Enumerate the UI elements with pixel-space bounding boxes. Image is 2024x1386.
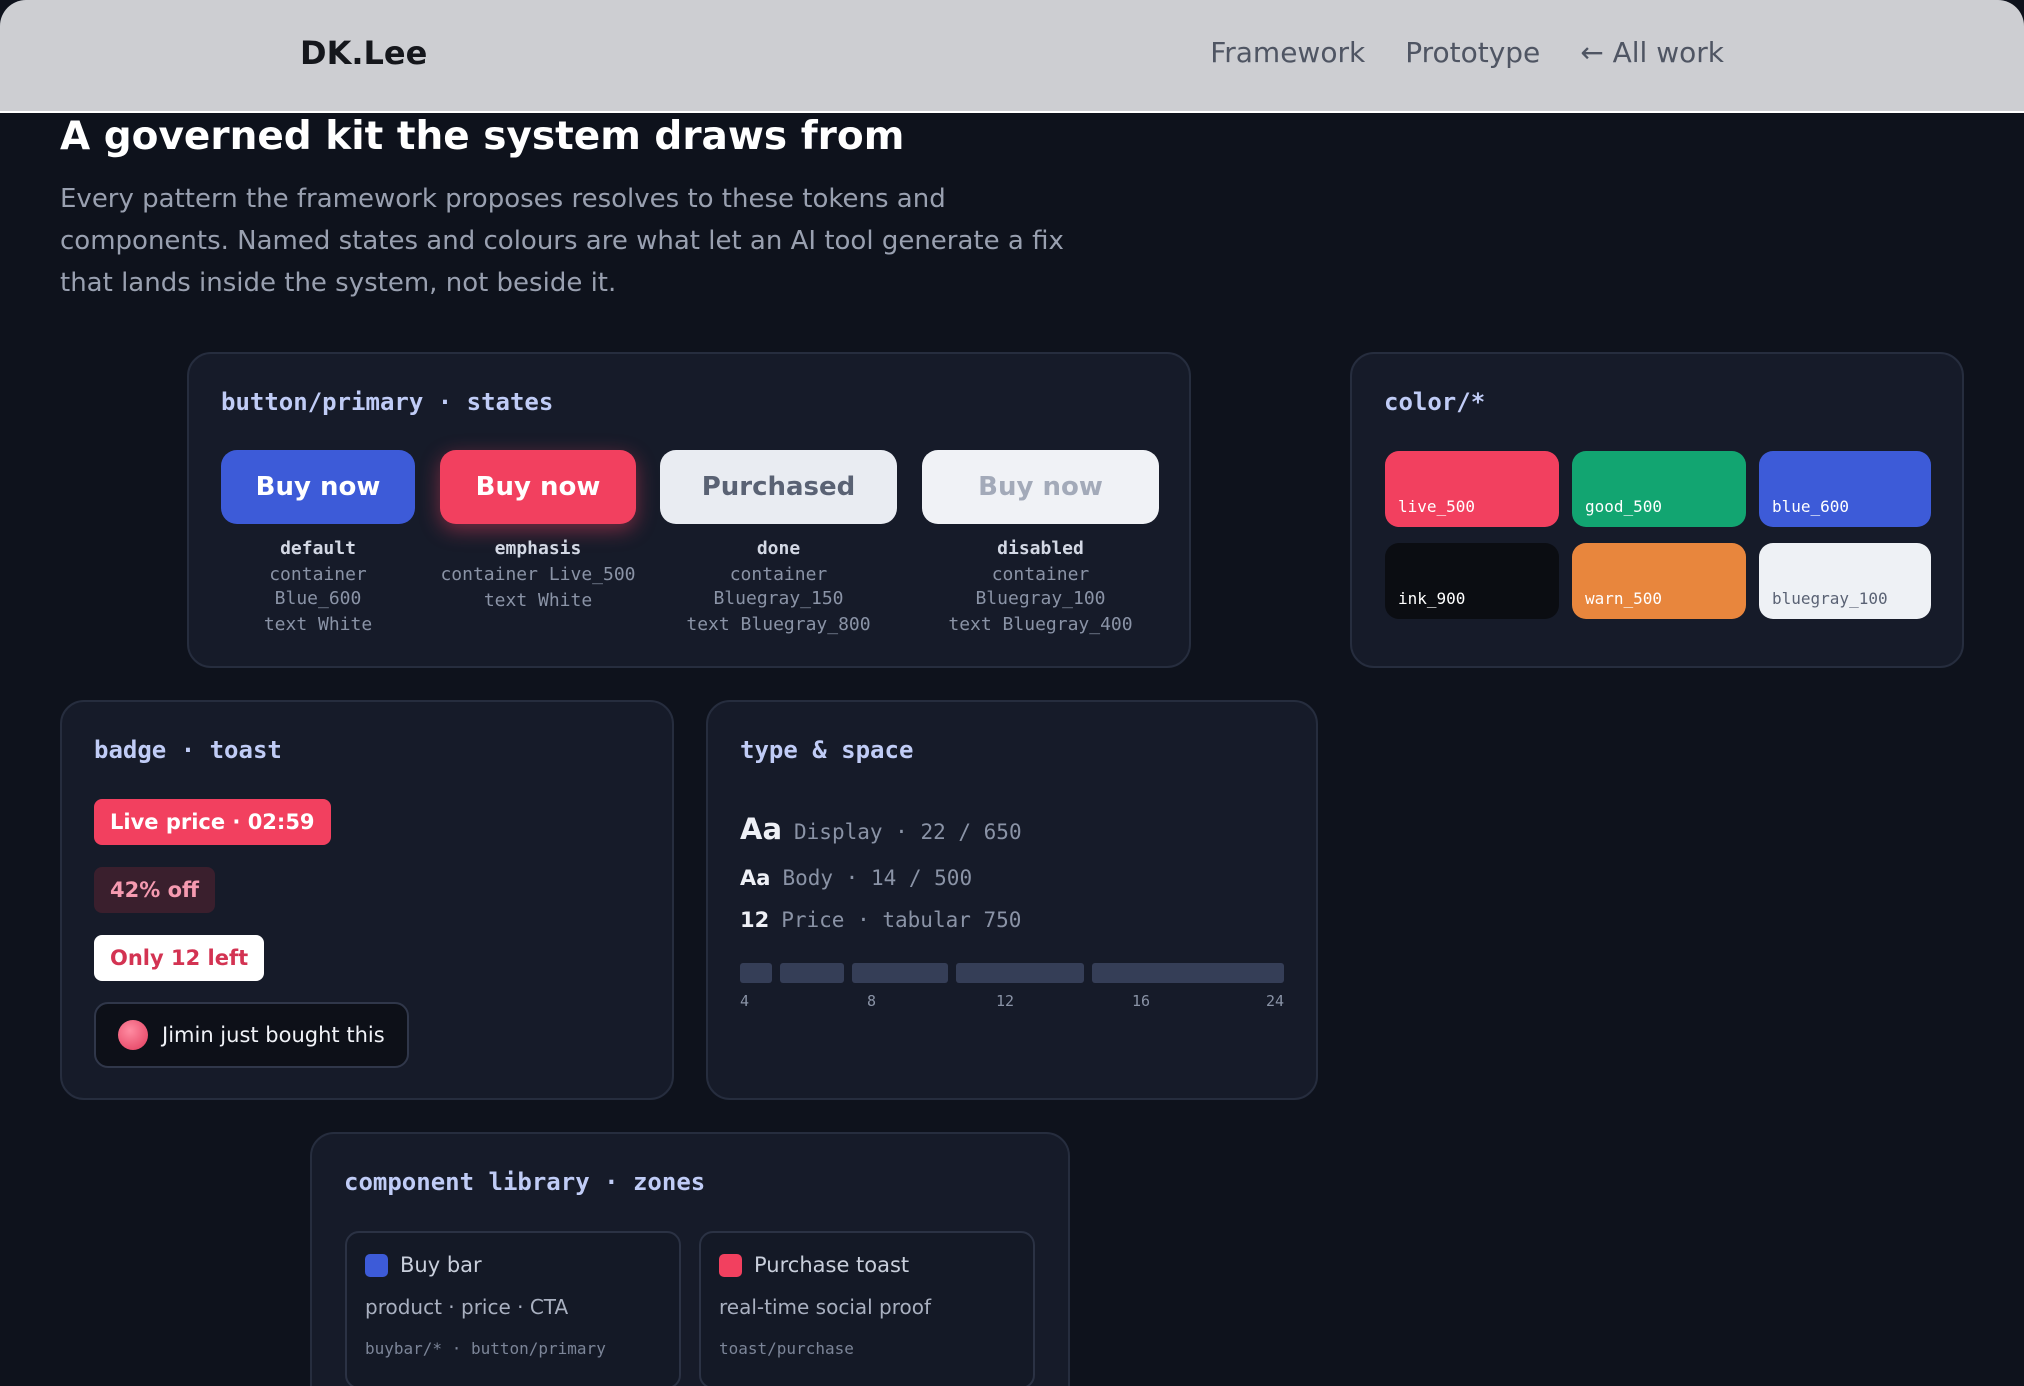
card-title: button/primary · states — [221, 388, 554, 416]
zone-color-icon — [719, 1253, 742, 1277]
swatch-live-500[interactable]: live_500 — [1385, 451, 1559, 527]
main-nav: Framework Prototype ← All work — [1210, 36, 1724, 69]
purchase-toast[interactable]: Jimin just bought this — [94, 1002, 409, 1068]
zone-color-icon — [365, 1253, 388, 1277]
stock-badge: Only 12 left — [94, 935, 265, 981]
page-description: Every pattern the framework proposes res… — [60, 184, 1064, 298]
type-row-display: Aa Display · 22 / 650 — [740, 812, 1022, 846]
card-title: type & space — [740, 736, 914, 764]
space-bar-4 — [740, 963, 772, 983]
space-label: 4 — [740, 992, 750, 1010]
state-disabled: Buy now disabled container Bluegray_100 … — [922, 450, 1159, 637]
type-sample: Aa — [740, 812, 783, 846]
color-tokens-card: color/* live_500 good_500 blue_600 ink_9… — [1350, 352, 1964, 668]
discount-badge: 42% off — [94, 867, 216, 913]
live-price-badge: Live price · 02:59 — [94, 799, 331, 845]
state-emphasis: Buy now emphasis container Live_500 text… — [440, 450, 636, 613]
nav-all-work[interactable]: ← All work — [1580, 36, 1724, 69]
type-row-body: Aa Body · 14 / 500 — [740, 866, 972, 890]
buy-now-button-disabled: Buy now — [922, 450, 1159, 524]
swatch-label: good_500 — [1585, 497, 1663, 516]
zone-title: Purchase toast — [754, 1253, 910, 1277]
badge-toast-card: badge · toast Live price · 02:59 42% off… — [60, 700, 674, 1100]
swatch-warn-500[interactable]: warn_500 — [1572, 543, 1746, 619]
swatch-good-500[interactable]: good_500 — [1572, 451, 1746, 527]
type-meta: Price · tabular 750 — [781, 908, 1022, 932]
space-label: 16 — [1132, 992, 1151, 1010]
component-library-card: component library · zones Buy bar produc… — [310, 1132, 1070, 1386]
zone-description: product · price · CTA — [365, 1295, 569, 1319]
state-default: Buy now default container Blue_600 text … — [221, 450, 415, 637]
button-states-card: button/primary · states Buy now default … — [187, 352, 1191, 668]
space-label: 12 — [996, 992, 1015, 1010]
state-name: default — [280, 538, 356, 559]
buy-now-button-default[interactable]: Buy now — [221, 450, 415, 524]
card-title: color/* — [1384, 388, 1486, 416]
type-space-card: type & space Aa Display · 22 / 650 Aa Bo… — [706, 700, 1318, 1100]
state-done: Purchased done container Bluegray_150 te… — [660, 450, 897, 637]
swatch-label: bluegray_100 — [1772, 589, 1888, 608]
card-title: badge · toast — [94, 736, 282, 764]
type-row-price: 12 Price · tabular 750 — [740, 908, 1021, 932]
state-container: container Live_500 — [440, 564, 636, 585]
zone-code: toast/purchase — [719, 1339, 854, 1358]
swatch-label: warn_500 — [1585, 589, 1663, 608]
card-title: component library · zones — [344, 1168, 706, 1196]
state-name: done — [756, 538, 801, 559]
nav-framework[interactable]: Framework — [1210, 36, 1365, 69]
state-text: text Bluegray_800 — [686, 614, 871, 635]
type-meta: Display · 22 / 650 — [794, 820, 1022, 844]
brand-logo[interactable]: DK.Lee — [300, 34, 427, 72]
state-text: text White — [483, 590, 593, 611]
buy-now-button-emphasis[interactable]: Buy now — [440, 450, 636, 524]
purchased-button[interactable]: Purchased — [660, 450, 897, 524]
state-container: container Bluegray_100 — [975, 564, 1106, 609]
zone-header: Purchase toast — [719, 1253, 909, 1277]
state-container: container Blue_600 — [269, 564, 367, 609]
toast-message: Jimin just bought this — [162, 1023, 385, 1047]
state-text: text Bluegray_400 — [948, 614, 1133, 635]
space-label: 8 — [867, 992, 877, 1010]
state-text: text White — [263, 614, 373, 635]
zone-buy-bar[interactable]: Buy bar product · price · CTA buybar/* ·… — [345, 1231, 681, 1386]
zone-purchase-toast[interactable]: Purchase toast real-time social proof to… — [699, 1231, 1035, 1386]
space-bar-12 — [852, 963, 948, 983]
type-sample: Aa — [740, 866, 771, 890]
space-label: 24 — [1266, 992, 1285, 1010]
state-name: disabled — [997, 538, 1084, 559]
type-meta: Body · 14 / 500 — [782, 866, 973, 890]
avatar — [118, 1020, 148, 1050]
zone-header: Buy bar — [365, 1253, 482, 1277]
type-sample: 12 — [740, 908, 770, 932]
state-name: emphasis — [494, 538, 582, 559]
swatch-ink-900[interactable]: ink_900 — [1385, 543, 1559, 619]
state-container: container Bluegray_150 — [713, 564, 844, 609]
zone-title: Buy bar — [400, 1253, 482, 1277]
zone-code: buybar/* · button/primary — [365, 1339, 606, 1358]
page-title: A governed kit the system draws from — [60, 114, 905, 159]
space-bar-24 — [1092, 963, 1284, 983]
swatch-blue-600[interactable]: blue_600 — [1759, 451, 1931, 527]
nav-prototype[interactable]: Prototype — [1405, 36, 1540, 69]
swatch-label: blue_600 — [1772, 497, 1850, 516]
space-bar-8 — [780, 963, 844, 983]
zone-description: real-time social proof — [719, 1295, 932, 1319]
swatch-bluegray-100[interactable]: bluegray_100 — [1759, 543, 1931, 619]
swatch-label: live_500 — [1398, 497, 1476, 516]
swatch-label: ink_900 — [1398, 589, 1466, 608]
space-bar-16 — [956, 963, 1084, 983]
site-header: DK.Lee Framework Prototype ← All work — [0, 0, 2024, 113]
